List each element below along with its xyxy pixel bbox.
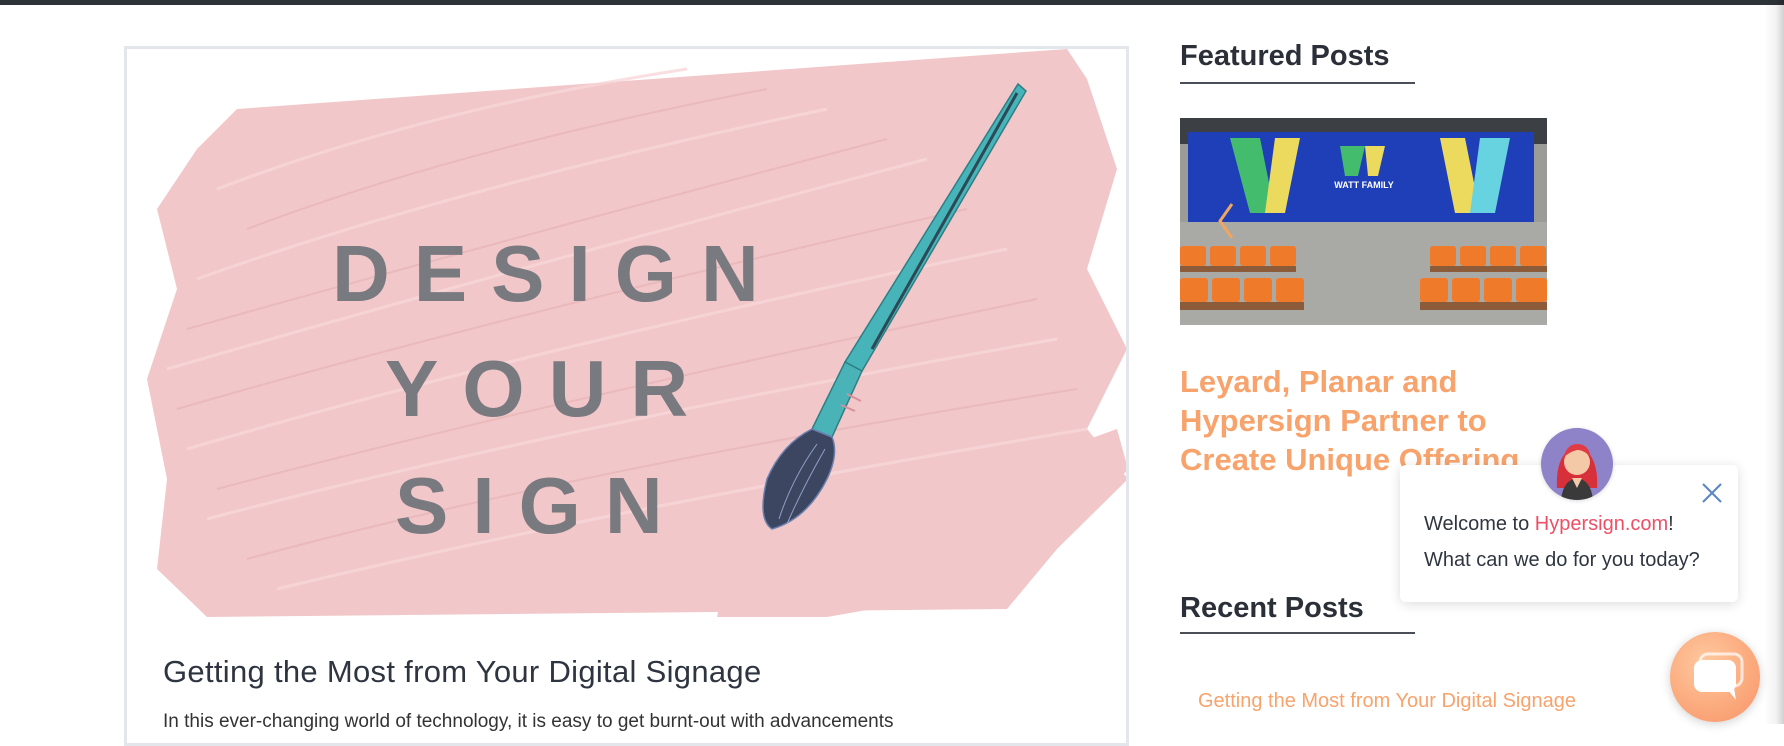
page-right-shadow <box>1764 0 1784 724</box>
close-icon[interactable] <box>1700 481 1724 505</box>
recent-heading-rule <box>1180 632 1415 634</box>
recent-posts-heading: Recent Posts <box>1180 592 1364 624</box>
hero-line-2: YOUR <box>385 344 712 433</box>
hero-line-1: DESIGN <box>332 229 783 318</box>
chat-launcher-button[interactable] <box>1670 632 1760 722</box>
chat-welcome-prefix: Welcome to <box>1424 513 1535 535</box>
chat-question-text: What can we do for you today? <box>1424 549 1700 571</box>
featured-heading-rule <box>1180 82 1415 84</box>
featured-post-title[interactable]: Leyard, Planar and Hypersign Partner to … <box>1180 362 1570 479</box>
article-card[interactable]: DESIGN YOUR SIGN Getting the Most from Y… <box>124 46 1129 746</box>
featured-post-image[interactable]: WATT FAMILY <box>1180 118 1547 325</box>
featured-image-sign-text: WATT FAMILY <box>1334 180 1394 190</box>
hero-line-3: SIGN <box>395 461 687 550</box>
article-excerpt: In this ever-changing world of technolog… <box>163 711 894 732</box>
article-title[interactable]: Getting the Most from Your Digital Signa… <box>163 654 761 690</box>
recent-post-link[interactable]: Getting the Most from Your Digital Signa… <box>1198 690 1576 713</box>
chat-welcome-suffix: ! <box>1668 513 1674 535</box>
chat-bubble-icon <box>1694 652 1744 700</box>
top-bar <box>0 0 1784 5</box>
chat-agent-avatar <box>1541 428 1613 500</box>
chat-brand-link[interactable]: Hypersign.com <box>1535 513 1668 535</box>
chat-welcome-text: Welcome to Hypersign.com! <box>1424 513 1674 536</box>
featured-posts-heading: Featured Posts <box>1180 40 1390 72</box>
article-hero-image[interactable]: DESIGN YOUR SIGN <box>127 49 1126 617</box>
